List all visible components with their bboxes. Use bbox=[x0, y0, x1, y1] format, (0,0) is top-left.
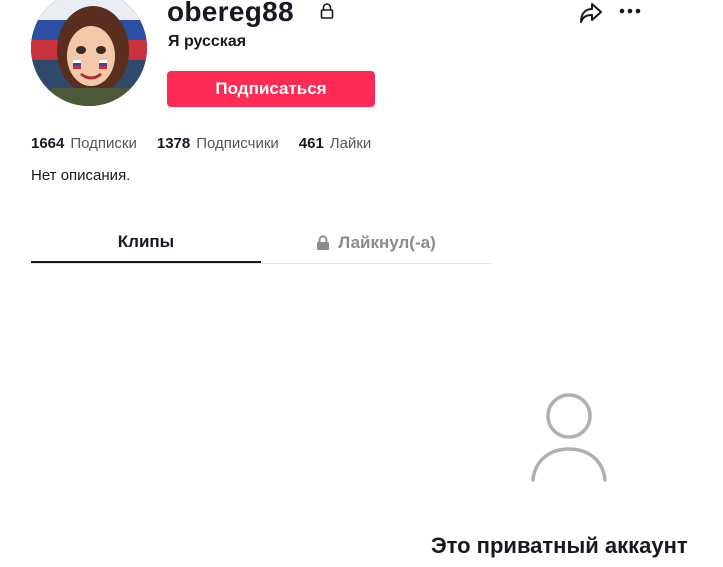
stat-label: Лайки bbox=[329, 135, 372, 152]
lock-icon bbox=[317, 234, 330, 250]
lock-icon bbox=[320, 3, 334, 19]
stat-following[interactable]: 1664 Подписки bbox=[31, 135, 137, 152]
avatar[interactable] bbox=[31, 0, 147, 106]
follow-button[interactable]: Подписаться bbox=[167, 71, 375, 107]
profile-stats: 1664 Подписки 1378 Подписчики 461 Лайки bbox=[31, 135, 371, 152]
stat-value: 1378 bbox=[156, 135, 191, 152]
avatar-image bbox=[31, 0, 147, 106]
stat-value: 1664 bbox=[31, 135, 65, 152]
profile-subtitle: Я русская bbox=[168, 33, 247, 50]
tab-label: Клипы bbox=[117, 231, 175, 251]
tab-videos[interactable]: Клипы bbox=[31, 222, 261, 263]
private-account-title: Это приватный аккаунт bbox=[431, 533, 688, 558]
stat-followers[interactable]: 1378 Подписчики bbox=[157, 135, 279, 152]
username: obereg88 bbox=[167, 0, 294, 27]
tab-liked[interactable]: Лайкнул(-а) bbox=[261, 222, 491, 263]
stat-value: 461 bbox=[298, 135, 324, 152]
profile-bio: Нет описания. bbox=[31, 167, 131, 184]
stat-likes: 461 Лайки bbox=[299, 135, 372, 152]
stat-label: Подписки bbox=[70, 135, 137, 152]
more-options-icon[interactable] bbox=[617, 1, 643, 21]
stat-label: Подписчики bbox=[196, 135, 279, 152]
share-icon[interactable] bbox=[578, 0, 604, 26]
user-icon bbox=[531, 393, 607, 482]
profile-tabs: Клипы Лайкнул(-а) bbox=[31, 222, 491, 264]
tab-label: Лайкнул(-а) bbox=[338, 232, 436, 252]
